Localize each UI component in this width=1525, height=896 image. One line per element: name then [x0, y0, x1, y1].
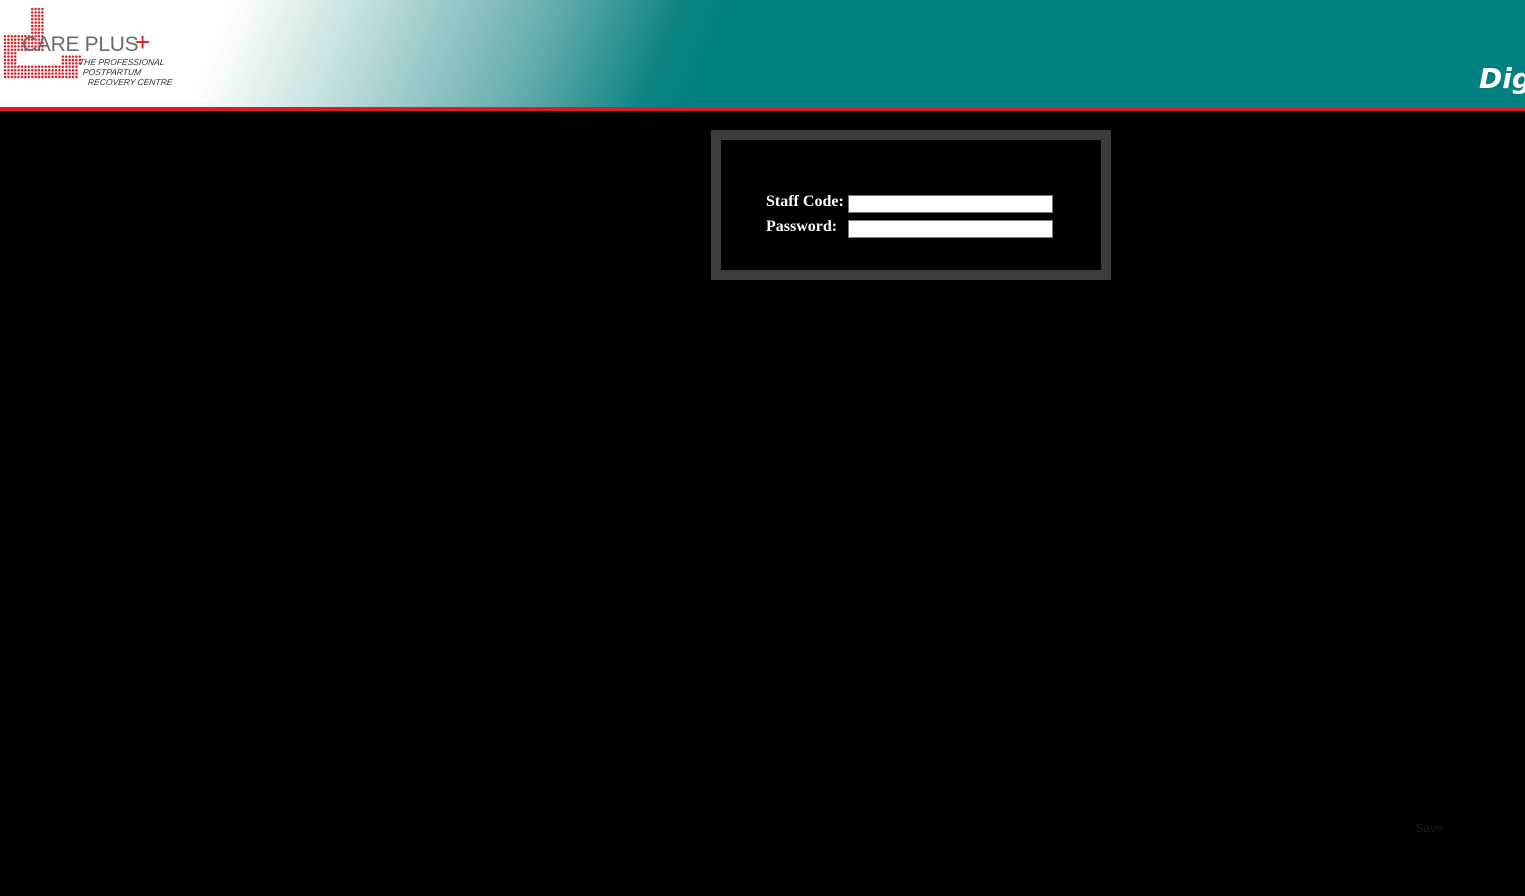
logo-tagline: THE PROFESSIONAL POSTPARTUM RECOVERY CEN… — [76, 57, 174, 87]
care-plus-logo: CARE PLUS + THE PROFESSIONAL POSTPARTUM … — [2, 6, 173, 90]
app-header: CARE PLUS + THE PROFESSIONAL POSTPARTUM … — [0, 0, 1525, 108]
header-divider — [0, 107, 1525, 111]
logo-plus-icon: + — [135, 27, 151, 57]
login-panel: Staff Code: Password: — [711, 130, 1111, 280]
save-button[interactable]: Save — [1404, 818, 1454, 838]
logo-name: CARE PLUS — [22, 33, 139, 56]
password-label: Password: — [766, 218, 838, 235]
logo-tagline-line: THE PROFESSIONAL — [78, 57, 166, 67]
staff-code-label: Staff Code: — [766, 193, 844, 210]
app-title: Dig — [1479, 62, 1525, 95]
logo-tagline-line: POSTPARTUM — [82, 67, 142, 77]
staff-code-input[interactable] — [848, 195, 1053, 213]
logo-tagline-line: RECOVERY CENTRE — [87, 77, 174, 87]
password-input[interactable] — [848, 220, 1053, 238]
